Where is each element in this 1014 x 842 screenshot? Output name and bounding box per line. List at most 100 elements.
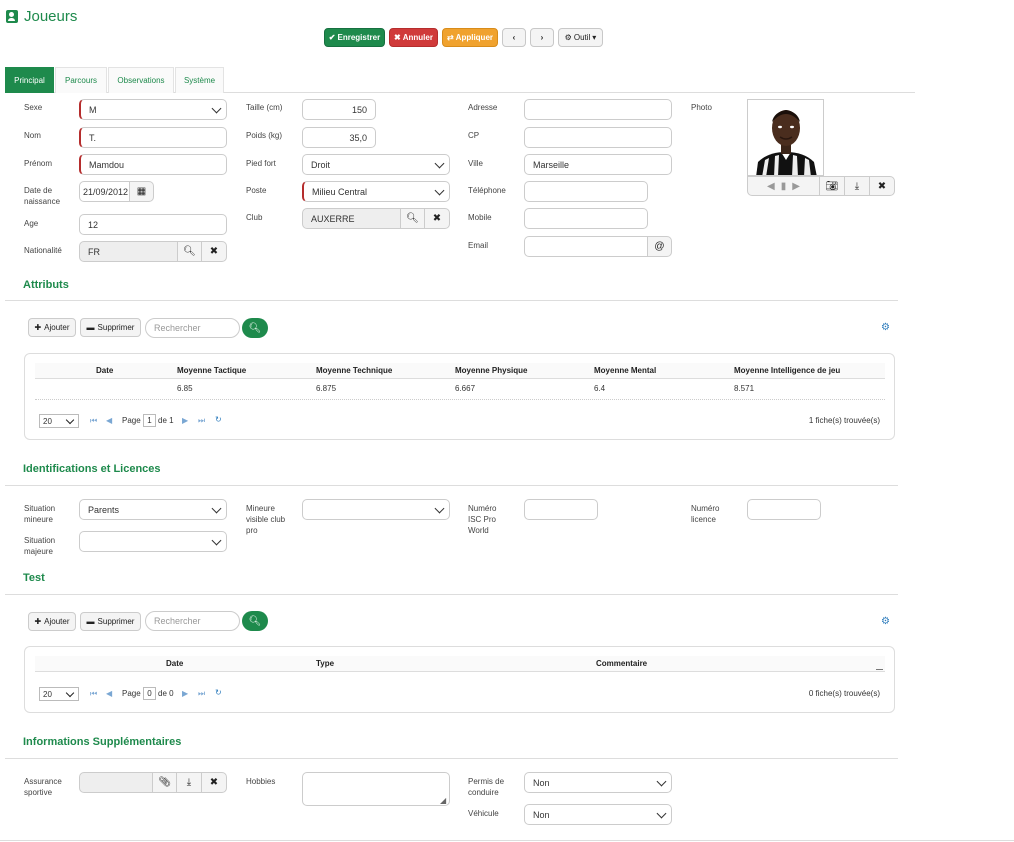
- tab-observations[interactable]: Observations: [108, 67, 174, 93]
- nom-input[interactable]: T.: [79, 127, 227, 148]
- minus-icon: ▬: [86, 617, 95, 626]
- club-label: Club: [246, 213, 263, 222]
- close-icon: ✖: [432, 213, 442, 224]
- refresh-icon[interactable]: ↻: [215, 688, 222, 697]
- column-header[interactable]: Commentaire: [596, 659, 647, 668]
- attributs-search-button[interactable]: 🔍︎: [242, 318, 268, 338]
- numero-isc-input[interactable]: [524, 499, 598, 520]
- nationalite-input[interactable]: FR: [79, 241, 178, 262]
- refresh-icon[interactable]: ↻: [215, 415, 222, 424]
- column-header[interactable]: Type: [316, 659, 334, 668]
- column-header[interactable]: Date: [166, 659, 183, 668]
- attributs-settings-icon[interactable]: ⚙: [881, 322, 890, 333]
- delete-attribute-button[interactable]: ▬ Supprimer: [80, 318, 141, 337]
- column-header[interactable]: Moyenne Physique: [455, 366, 527, 375]
- test-search-input[interactable]: Rechercher: [145, 611, 240, 631]
- prenom-input[interactable]: Mamdou: [79, 154, 227, 175]
- assurance-input[interactable]: [79, 772, 153, 793]
- first-page-icon[interactable]: ⏮: [90, 689, 97, 699]
- column-header[interactable]: Moyenne Tactique: [177, 366, 246, 375]
- mobile-input[interactable]: [524, 208, 648, 229]
- column-header[interactable]: Moyenne Mental: [594, 366, 656, 375]
- vehicule-select[interactable]: Non: [524, 804, 672, 825]
- cp-input[interactable]: [524, 127, 672, 148]
- save-button[interactable]: ✔ Enregistrer: [324, 28, 385, 47]
- column-header[interactable]: Date: [96, 366, 113, 375]
- ville-input[interactable]: Marseille: [524, 154, 672, 175]
- email-label: Email: [468, 241, 489, 250]
- email-input[interactable]: [524, 236, 648, 257]
- prev-page-icon[interactable]: ◀: [106, 416, 112, 425]
- prev-photo-icon[interactable]: ◀: [767, 181, 775, 192]
- photo-delete-button[interactable]: ✖: [869, 176, 895, 196]
- search-icon: 🔍︎: [248, 615, 262, 627]
- photo-download-button[interactable]: ⤓: [844, 176, 870, 196]
- permis-select[interactable]: Non: [524, 772, 672, 793]
- tab-principal[interactable]: Principal: [5, 67, 54, 93]
- apply-icon: ⇄: [446, 33, 454, 42]
- nationalite-search-button[interactable]: 🔍︎: [177, 241, 202, 262]
- page-size-select[interactable]: 20: [39, 687, 79, 701]
- situation-majeure-select[interactable]: [79, 531, 227, 552]
- assurance-attach-button[interactable]: 📎︎: [152, 772, 177, 793]
- divider: [5, 758, 898, 759]
- tab-systeme[interactable]: Système: [175, 67, 224, 93]
- photo-camera-button[interactable]: 📷︎: [819, 176, 845, 196]
- previous-button[interactable]: ‹: [502, 28, 526, 47]
- last-page-icon[interactable]: ⏭: [198, 416, 205, 426]
- poste-select[interactable]: Milieu Central: [302, 181, 450, 202]
- hobbies-textarea[interactable]: [302, 772, 450, 806]
- adresse-input[interactable]: [524, 99, 672, 120]
- club-search-button[interactable]: 🔍︎: [400, 208, 425, 229]
- photo-label: Photo: [691, 103, 712, 112]
- birthdate-input[interactable]: 21/09/2012: [79, 181, 130, 202]
- add-attribute-button[interactable]: ✚ Ajouter: [28, 318, 76, 337]
- club-clear-button[interactable]: ✖: [424, 208, 450, 229]
- telephone-label: Téléphone: [468, 186, 506, 195]
- page-size-select[interactable]: 20: [39, 414, 79, 428]
- club-input[interactable]: AUXERRE: [302, 208, 401, 229]
- attributs-search-input[interactable]: Rechercher: [145, 318, 240, 338]
- tab-parcours[interactable]: Parcours: [55, 67, 107, 93]
- numero-licence-input[interactable]: [747, 499, 821, 520]
- telephone-input[interactable]: [524, 181, 648, 202]
- chevron-down-icon: [211, 503, 222, 514]
- email-send-button[interactable]: @: [647, 236, 672, 257]
- resize-handle-icon[interactable]: ◢: [440, 796, 446, 805]
- nationalite-clear-button[interactable]: ✖: [201, 241, 227, 262]
- assurance-download-button[interactable]: ⤓: [176, 772, 202, 793]
- poids-input[interactable]: 35,0: [302, 127, 376, 148]
- situation-mineure-select[interactable]: Parents: [79, 499, 227, 520]
- next-page-icon[interactable]: ▶: [182, 416, 188, 425]
- cancel-button[interactable]: ✖ Annuler: [389, 28, 438, 47]
- add-test-button[interactable]: ✚ Ajouter: [28, 612, 76, 631]
- column-header[interactable]: Moyenne Intelligence de jeu: [734, 366, 840, 375]
- last-page-icon[interactable]: ⏭: [198, 689, 205, 699]
- naissance-label: Date de naissance: [24, 186, 61, 206]
- tools-dropdown[interactable]: ⚙ Outil ▾: [558, 28, 603, 47]
- page-input[interactable]: 0: [143, 687, 156, 700]
- prev-page-icon[interactable]: ◀: [106, 689, 112, 698]
- paperclip-icon: 📎︎: [158, 777, 171, 788]
- delete-test-button[interactable]: ▬ Supprimer: [80, 612, 141, 631]
- next-photo-icon[interactable]: ▶: [792, 181, 800, 192]
- sexe-select[interactable]: M: [79, 99, 227, 120]
- calendar-button[interactable]: ▦: [129, 181, 154, 202]
- next-page-icon[interactable]: ▶: [182, 689, 188, 698]
- pied-select[interactable]: Droit: [302, 154, 450, 175]
- assurance-delete-button[interactable]: ✖: [201, 772, 227, 793]
- tab-bar: Principal Parcours Observations Système: [5, 67, 915, 93]
- age-input[interactable]: 12: [79, 214, 227, 235]
- mineure-visible-select[interactable]: [302, 499, 450, 520]
- next-button[interactable]: ›: [530, 28, 554, 47]
- column-menu-icon[interactable]: [876, 669, 883, 670]
- apply-button[interactable]: ⇄ Appliquer: [442, 28, 498, 47]
- photo-navigator[interactable]: ◀ ▮ ▶: [747, 176, 820, 196]
- search-icon: 🔍︎: [248, 322, 262, 334]
- column-header[interactable]: Moyenne Technique: [316, 366, 392, 375]
- page-input[interactable]: 1: [143, 414, 156, 427]
- test-settings-icon[interactable]: ⚙: [881, 616, 890, 627]
- test-search-button[interactable]: 🔍︎: [242, 611, 268, 631]
- first-page-icon[interactable]: ⏮: [90, 416, 97, 426]
- taille-input[interactable]: 150: [302, 99, 376, 120]
